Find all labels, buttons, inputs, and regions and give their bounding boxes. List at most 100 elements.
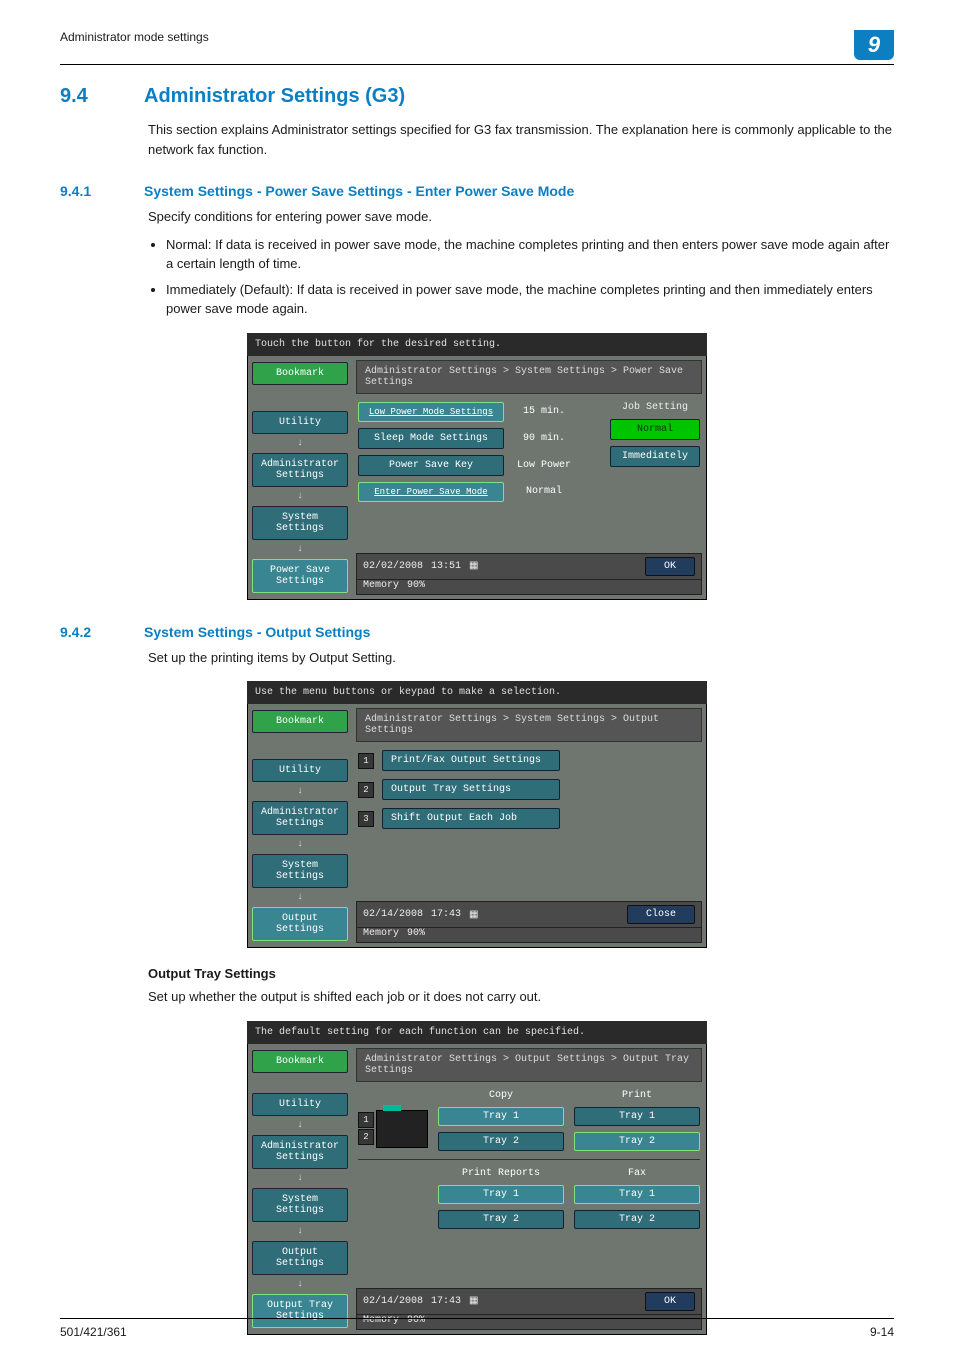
- immediately-button[interactable]: Immediately: [610, 446, 700, 467]
- power-save-key-value: Low Power: [514, 460, 574, 471]
- footer-page: 9-14: [870, 1325, 894, 1339]
- screenshot-output-settings: Use the menu buttons or keypad to make a…: [247, 681, 707, 948]
- status-time: 17:43: [431, 909, 461, 920]
- subsection-heading: 9.4.2 System Settings - Output Settings: [60, 624, 894, 640]
- chevron-down-icon: ↓: [297, 1226, 303, 1237]
- reports-tray2-button[interactable]: Tray 2: [438, 1210, 564, 1229]
- sidebar-item-utility[interactable]: Utility: [252, 411, 348, 434]
- ok-button[interactable]: OK: [645, 557, 695, 576]
- subsection-heading: 9.4.1 System Settings - Power Save Setti…: [60, 183, 894, 199]
- sidebar-item-system[interactable]: System Settings: [252, 1188, 348, 1222]
- sidebar-item-power-save[interactable]: Power Save Settings: [252, 559, 348, 593]
- footer-model: 501/421/361: [60, 1325, 127, 1339]
- tray-number-1: 1: [358, 1112, 374, 1128]
- breadcrumb: Administrator Settings > System Settings…: [356, 360, 702, 394]
- bullet-list: Normal: If data is received in power sav…: [148, 235, 894, 319]
- reports-column-head: Print Reports: [438, 1168, 564, 1179]
- chevron-down-icon: ↓: [297, 892, 303, 903]
- menu-number: 2: [358, 782, 374, 798]
- power-save-key-button[interactable]: Power Save Key: [358, 455, 504, 476]
- print-column-head: Print: [574, 1090, 700, 1101]
- sleep-mode-button[interactable]: Sleep Mode Settings: [358, 428, 504, 449]
- memory-label: Memory: [363, 580, 399, 591]
- minor-heading: Output Tray Settings: [148, 966, 894, 981]
- subsection-lead: Set up the printing items by Output Sett…: [148, 648, 894, 668]
- status-icon: ▦: [469, 1295, 478, 1307]
- sidebar-item-admin[interactable]: Administrator Settings: [252, 453, 348, 487]
- subsection-number: 9.4.2: [60, 624, 120, 640]
- bullet-item: Immediately (Default): If data is receiv…: [166, 280, 894, 319]
- close-button[interactable]: Close: [627, 905, 695, 924]
- memory-value: 90%: [407, 580, 425, 591]
- sidebar-item-system[interactable]: System Settings: [252, 506, 348, 540]
- normal-button[interactable]: Normal: [610, 419, 700, 440]
- sidebar-item-utility[interactable]: Utility: [252, 1093, 348, 1116]
- chevron-down-icon: ↓: [297, 1120, 303, 1131]
- chevron-down-icon: ↓: [297, 491, 303, 502]
- breadcrumb: Administrator Settings > Output Settings…: [356, 1048, 702, 1082]
- status-date: 02/14/2008: [363, 909, 423, 920]
- fax-tray2-button[interactable]: Tray 2: [574, 1210, 700, 1229]
- enter-power-save-button[interactable]: Enter Power Save Mode: [358, 482, 504, 502]
- status-icon: ▦: [469, 560, 478, 572]
- low-power-mode-value: 15 min.: [514, 406, 574, 417]
- subsection-lead: Specify conditions for entering power sa…: [148, 207, 894, 227]
- section-title: Administrator Settings (G3): [144, 85, 405, 108]
- bookmark-button[interactable]: Bookmark: [252, 1050, 348, 1073]
- sleep-mode-value: 90 min.: [514, 433, 574, 444]
- chevron-down-icon: ↓: [297, 1279, 303, 1290]
- section-number: 9.4: [60, 85, 120, 108]
- panel-instruction: Touch the button for the desired setting…: [247, 333, 707, 356]
- memory-label: Memory: [363, 928, 399, 939]
- job-setting-label: Job Setting: [610, 402, 700, 413]
- running-head-title: Administrator mode settings: [60, 30, 209, 44]
- panel-instruction: Use the menu buttons or keypad to make a…: [247, 681, 707, 704]
- ok-button[interactable]: OK: [645, 1292, 695, 1311]
- enter-power-save-value: Normal: [514, 486, 574, 497]
- fax-tray1-button[interactable]: Tray 1: [574, 1185, 700, 1204]
- sidebar-item-admin[interactable]: Administrator Settings: [252, 801, 348, 835]
- panel-instruction: The default setting for each function ca…: [247, 1021, 707, 1044]
- chevron-down-icon: ↓: [297, 839, 303, 850]
- bullet-item: Normal: If data is received in power sav…: [166, 235, 894, 274]
- memory-value: 90%: [407, 928, 425, 939]
- section-heading: 9.4 Administrator Settings (G3): [60, 85, 894, 108]
- status-date: 02/14/2008: [363, 1296, 423, 1307]
- fax-column-head: Fax: [574, 1168, 700, 1179]
- print-fax-output-button[interactable]: Print/Fax Output Settings: [382, 750, 560, 771]
- reports-tray1-button[interactable]: Tray 1: [438, 1185, 564, 1204]
- printer-icon: [376, 1110, 428, 1148]
- screenshot-output-tray: The default setting for each function ca…: [247, 1021, 707, 1335]
- minor-lead: Set up whether the output is shifted eac…: [148, 987, 894, 1007]
- print-tray2-button[interactable]: Tray 2: [574, 1132, 700, 1151]
- subsection-title: System Settings - Power Save Settings - …: [144, 183, 574, 199]
- output-tray-settings-button[interactable]: Output Tray Settings: [382, 779, 560, 800]
- sidebar-item-system[interactable]: System Settings: [252, 854, 348, 888]
- status-date: 02/02/2008: [363, 561, 423, 572]
- copy-tray1-button[interactable]: Tray 1: [438, 1107, 564, 1126]
- screenshot-power-save: Touch the button for the desired setting…: [247, 333, 707, 600]
- copy-column-head: Copy: [438, 1090, 564, 1101]
- chapter-number-tab: 9: [854, 30, 894, 60]
- status-time: 17:43: [431, 1296, 461, 1307]
- copy-tray2-button[interactable]: Tray 2: [438, 1132, 564, 1151]
- sidebar-item-output-settings[interactable]: Output Settings: [252, 907, 348, 941]
- chevron-down-icon: ↓: [297, 438, 303, 449]
- sidebar-item-admin[interactable]: Administrator Settings: [252, 1135, 348, 1169]
- chevron-down-icon: ↓: [297, 1173, 303, 1184]
- status-time: 13:51: [431, 561, 461, 572]
- low-power-mode-button[interactable]: Low Power Mode Settings: [358, 402, 504, 422]
- subsection-title: System Settings - Output Settings: [144, 624, 370, 640]
- status-icon: ▦: [469, 909, 478, 921]
- sidebar-item-utility[interactable]: Utility: [252, 759, 348, 782]
- shift-output-each-job-button[interactable]: Shift Output Each Job: [382, 808, 560, 829]
- bookmark-button[interactable]: Bookmark: [252, 362, 348, 385]
- print-tray1-button[interactable]: Tray 1: [574, 1107, 700, 1126]
- menu-number: 3: [358, 811, 374, 827]
- chevron-down-icon: ↓: [297, 544, 303, 555]
- header-rule: [60, 64, 894, 65]
- section-intro: This section explains Administrator sett…: [148, 120, 894, 159]
- bookmark-button[interactable]: Bookmark: [252, 710, 348, 733]
- sidebar-item-output-settings[interactable]: Output Settings: [252, 1241, 348, 1275]
- breadcrumb: Administrator Settings > System Settings…: [356, 708, 702, 742]
